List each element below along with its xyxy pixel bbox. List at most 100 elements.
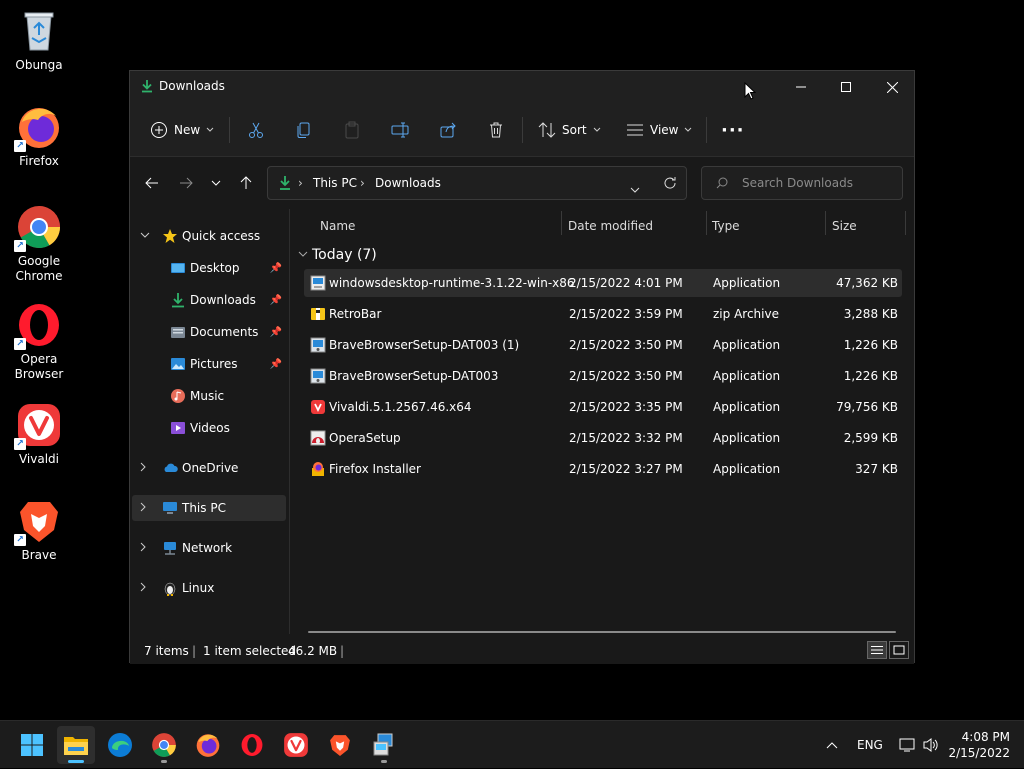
address-history-button[interactable] <box>630 179 640 198</box>
taskbar-vivaldi[interactable] <box>277 726 315 764</box>
maximize-button[interactable] <box>823 71 869 103</box>
minimize-button[interactable] <box>778 71 824 103</box>
taskbar-chrome[interactable] <box>145 726 183 764</box>
breadcrumb-downloads[interactable]: Downloads <box>375 176 441 190</box>
desktop-icon-recycle-bin[interactable]: Obunga <box>2 8 76 73</box>
paste-button[interactable] <box>343 115 361 145</box>
refresh-button[interactable] <box>663 175 677 194</box>
nav-music[interactable]: Music <box>132 383 286 409</box>
clock-date: 2/15/2022 <box>948 746 1010 760</box>
nav-onedrive[interactable]: OneDrive <box>132 455 286 481</box>
horizontal-scrollbar[interactable] <box>308 631 896 633</box>
file-date: 2/15/2022 3:35 PM <box>569 400 683 414</box>
column-separator[interactable] <box>905 211 906 235</box>
file-row[interactable]: BraveBrowserSetup-DAT003 2/15/2022 3:50 … <box>304 362 902 390</box>
column-separator[interactable] <box>561 211 562 235</box>
nav-documents[interactable]: Documents 📌 <box>132 319 286 345</box>
taskbar: ENG 4:08 PM 2/15/2022 <box>0 720 1024 768</box>
column-header-date-modified[interactable]: Date modified <box>568 219 653 233</box>
details-view-button[interactable] <box>867 641 887 659</box>
file-type: Application <box>713 431 781 445</box>
column-header-name[interactable]: Name <box>320 219 355 233</box>
nav-linux[interactable]: Linux <box>132 575 286 601</box>
desktop-icon-chrome[interactable]: ↗ Google Chrome <box>2 204 76 284</box>
brave-icon: ↗ <box>14 498 62 546</box>
title-bar[interactable]: Downloads <box>130 71 914 103</box>
network-tray-button[interactable] <box>898 721 916 769</box>
folder-icon <box>64 737 88 755</box>
chevron-up-icon <box>826 742 838 749</box>
start-button[interactable] <box>13 726 51 764</box>
nav-pictures[interactable]: Pictures 📌 <box>132 351 286 377</box>
command-bar: New Sort View ··· <box>130 103 914 157</box>
status-item-count: 7 items <box>144 644 189 658</box>
file-type: Application <box>713 369 781 383</box>
language-indicator[interactable]: ENG <box>857 721 883 769</box>
search-box[interactable]: Search Downloads <box>701 166 903 200</box>
file-row[interactable]: windowsdesktop-runtime-3.1.22-win-x86 2/… <box>304 269 902 297</box>
taskbar-edge[interactable] <box>101 726 139 764</box>
file-size: 79,756 KB <box>836 400 898 414</box>
taskbar-installer[interactable] <box>365 726 403 764</box>
file-row[interactable]: Firefox Installer 2/15/2022 3:27 PM Appl… <box>304 455 902 483</box>
group-header-today[interactable]: Today (7) <box>312 247 377 263</box>
nav-label: Linux <box>182 581 215 595</box>
file-row[interactable]: BraveBrowserSetup-DAT003 (1) 2/15/2022 3… <box>304 331 902 359</box>
clock[interactable]: 4:08 PM 2/15/2022 <box>948 729 1010 761</box>
pin-icon: 📌 <box>269 262 282 274</box>
address-bar[interactable]: › This PC › Downloads <box>267 166 687 200</box>
file-size: 1,226 KB <box>843 338 898 352</box>
close-button[interactable] <box>869 71 915 103</box>
nav-label: Pictures <box>190 357 238 371</box>
chevron-down-icon <box>685 127 692 132</box>
file-row[interactable]: OperaSetup 2/15/2022 3:32 PM Application… <box>304 424 902 452</box>
copy-button[interactable] <box>295 115 313 145</box>
trash-icon <box>490 122 502 138</box>
desktop-icon-label: Firefox <box>19 154 59 168</box>
chevron-down-icon[interactable] <box>298 250 308 261</box>
windows-logo-icon <box>21 734 43 756</box>
column-separator[interactable] <box>706 211 707 235</box>
nav-quick-access[interactable]: Quick access <box>132 223 286 249</box>
recent-locations-button[interactable] <box>206 173 226 193</box>
sort-button[interactable]: Sort <box>538 115 601 145</box>
rename-button[interactable] <box>391 115 409 145</box>
column-separator[interactable] <box>825 211 826 235</box>
file-size: 3,288 KB <box>843 307 898 321</box>
taskbar-opera[interactable] <box>233 726 271 764</box>
desktop-icon-label: Obunga <box>15 58 63 72</box>
desktop-icon-opera[interactable]: ↗ Opera Browser <box>2 302 76 382</box>
nav-videos[interactable]: Videos <box>132 415 286 441</box>
desktop: Obunga ↗ Firefox ↗ Google Chrome ↗ Opera… <box>0 0 1024 720</box>
back-button[interactable] <box>142 173 162 193</box>
taskbar-firefox[interactable] <box>189 726 227 764</box>
desktop-icon-brave[interactable]: ↗ Brave <box>2 498 76 563</box>
nav-network[interactable]: Network <box>132 535 286 561</box>
new-button[interactable]: New <box>150 115 214 145</box>
nav-downloads[interactable]: Downloads 📌 <box>132 287 286 313</box>
column-header-size[interactable]: Size <box>832 219 857 233</box>
desktop-icon-vivaldi[interactable]: ↗ Vivaldi <box>2 402 76 467</box>
file-row[interactable]: Vivaldi.5.1.2567.46.x64 2/15/2022 3:35 P… <box>304 393 902 421</box>
opera-setup-icon <box>310 430 326 446</box>
desktop-icon-label: Opera <box>20 352 58 366</box>
delete-button[interactable] <box>487 115 505 145</box>
large-icons-view-button[interactable] <box>889 641 909 659</box>
column-header-type[interactable]: Type <box>712 219 740 233</box>
breadcrumb-this-pc[interactable]: This PC <box>313 176 357 190</box>
cut-button[interactable] <box>247 115 265 145</box>
show-hidden-icons-button[interactable] <box>826 721 838 769</box>
taskbar-brave[interactable] <box>321 726 359 764</box>
taskbar-file-explorer[interactable] <box>57 726 95 764</box>
desktop-icon-firefox[interactable]: ↗ Firefox <box>2 104 76 169</box>
more-options-button[interactable]: ··· <box>721 115 745 145</box>
nav-this-pc[interactable]: This PC <box>132 495 286 521</box>
share-button[interactable] <box>439 115 457 145</box>
volume-tray-button[interactable] <box>922 721 940 769</box>
view-button[interactable]: View <box>626 115 692 145</box>
forward-button[interactable] <box>176 173 196 193</box>
file-row[interactable]: RetroBar 2/15/2022 3:59 PM zip Archive 3… <box>304 300 902 328</box>
edge-icon <box>108 733 132 757</box>
nav-desktop[interactable]: Desktop 📌 <box>132 255 286 281</box>
up-button[interactable] <box>236 173 256 193</box>
